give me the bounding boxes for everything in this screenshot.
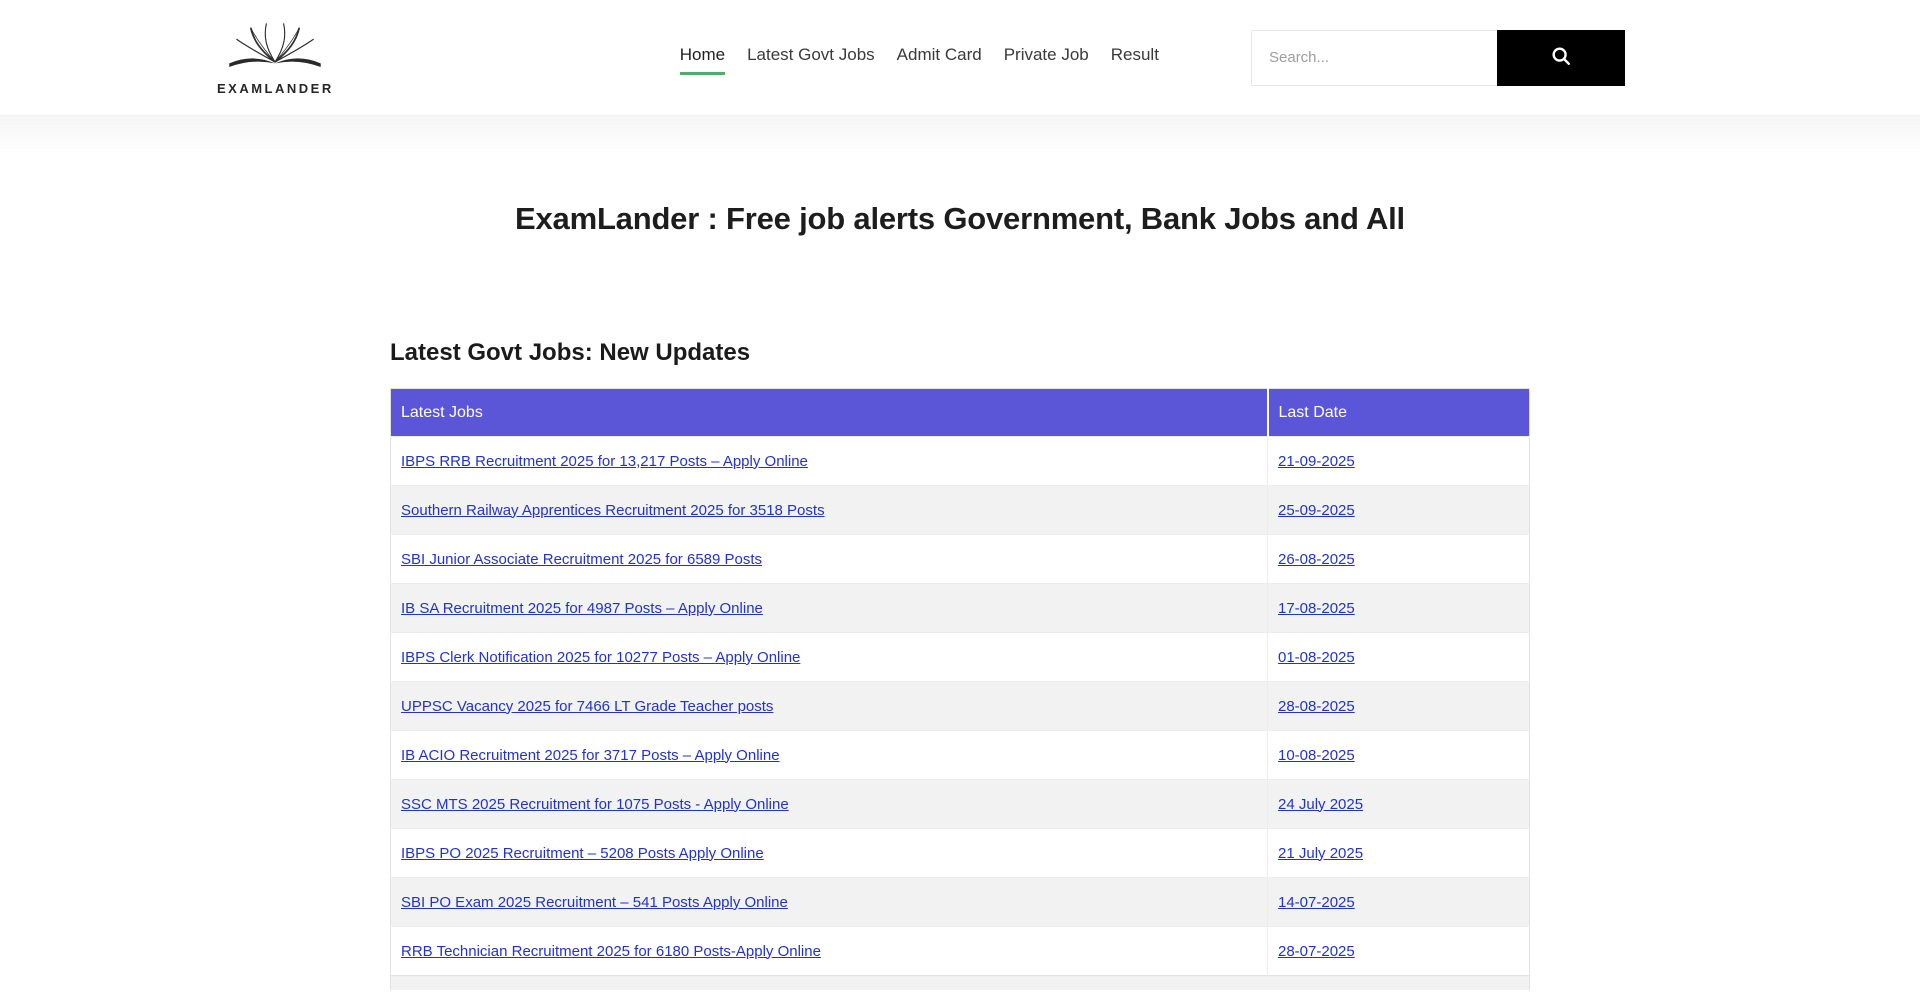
table-row-partial (390, 976, 1530, 990)
hero-section: ExamLander : Free job alerts Government,… (0, 116, 1920, 339)
page-title: ExamLander : Free job alerts Government,… (0, 201, 1920, 237)
last-date-link[interactable]: 21-09-2025 (1278, 453, 1355, 470)
column-header-latest-jobs: Latest Jobs (391, 389, 1268, 437)
latest-jobs-table: Latest Jobs Last Date IBPS RRB Recruitme… (390, 388, 1530, 976)
table-row: IB SA Recruitment 2025 for 4987 Posts – … (391, 584, 1530, 633)
job-cell: IB ACIO Recruitment 2025 for 3717 Posts … (391, 731, 1268, 780)
search-button[interactable] (1497, 30, 1625, 86)
last-date-cell: 28-07-2025 (1268, 927, 1530, 976)
table-row: SSC MTS 2025 Recruitment for 1075 Posts … (391, 780, 1530, 829)
job-link[interactable]: IBPS Clerk Notification 2025 for 10277 P… (401, 649, 800, 666)
job-cell: SBI Junior Associate Recruitment 2025 fo… (391, 535, 1268, 584)
job-cell: IBPS PO 2025 Recruitment – 5208 Posts Ap… (391, 829, 1268, 878)
logo-wordmark: EXAMLANDER (217, 81, 334, 96)
search-icon (1550, 45, 1572, 70)
last-date-link[interactable]: 01-08-2025 (1278, 649, 1355, 666)
job-link[interactable]: IBPS RRB Recruitment 2025 for 13,217 Pos… (401, 453, 808, 470)
job-cell: SSC MTS 2025 Recruitment for 1075 Posts … (391, 780, 1268, 829)
job-cell: IBPS Clerk Notification 2025 for 10277 P… (391, 633, 1268, 682)
last-date-cell: 28-08-2025 (1268, 682, 1530, 731)
search-input[interactable] (1251, 30, 1497, 86)
table-header-row: Latest Jobs Last Date (391, 389, 1530, 437)
top-navbar: EXAMLANDER Home Latest Govt Jobs Admit Car… (0, 0, 1920, 116)
table-row: RRB Technician Recruitment 2025 for 6180… (391, 927, 1530, 976)
job-link[interactable]: UPPSC Vacancy 2025 for 7466 LT Grade Tea… (401, 698, 773, 715)
last-date-link[interactable]: 24 July 2025 (1278, 796, 1363, 813)
nav-item-latest-govt-jobs[interactable]: Latest Govt Jobs (747, 41, 875, 75)
section-title: Latest Govt Jobs: New Updates (390, 339, 1530, 367)
main-content: Latest Govt Jobs: New Updates Latest Job… (390, 339, 1530, 990)
last-date-link[interactable]: 21 July 2025 (1278, 845, 1363, 862)
table-row: IBPS Clerk Notification 2025 for 10277 P… (391, 633, 1530, 682)
last-date-cell: 26-08-2025 (1268, 535, 1530, 584)
nav-item-home[interactable]: Home (680, 41, 725, 75)
job-link[interactable]: IBPS PO 2025 Recruitment – 5208 Posts Ap… (401, 845, 764, 862)
table-row: IBPS PO 2025 Recruitment – 5208 Posts Ap… (391, 829, 1530, 878)
last-date-cell: 21-09-2025 (1268, 437, 1530, 486)
nav-item-result[interactable]: Result (1111, 41, 1159, 75)
site-logo[interactable]: EXAMLANDER (217, 20, 334, 96)
last-date-link[interactable]: 14-07-2025 (1278, 894, 1355, 911)
book-logo-icon (225, 20, 325, 79)
last-date-link[interactable]: 25-09-2025 (1278, 502, 1355, 519)
nav-item-admit-card[interactable]: Admit Card (897, 41, 982, 75)
job-cell: UPPSC Vacancy 2025 for 7466 LT Grade Tea… (391, 682, 1268, 731)
last-date-link[interactable]: 10-08-2025 (1278, 747, 1355, 764)
job-cell: IB SA Recruitment 2025 for 4987 Posts – … (391, 584, 1268, 633)
last-date-cell: 25-09-2025 (1268, 486, 1530, 535)
job-link[interactable]: IB SA Recruitment 2025 for 4987 Posts – … (401, 600, 763, 617)
last-date-cell: 01-08-2025 (1268, 633, 1530, 682)
table-row: IBPS RRB Recruitment 2025 for 13,217 Pos… (391, 437, 1530, 486)
search-box (1251, 30, 1625, 86)
last-date-link[interactable]: 28-07-2025 (1278, 943, 1355, 960)
last-date-cell: 17-08-2025 (1268, 584, 1530, 633)
job-link[interactable]: RRB Technician Recruitment 2025 for 6180… (401, 943, 821, 960)
table-row: SBI PO Exam 2025 Recruitment – 541 Posts… (391, 878, 1530, 927)
main-nav: Home Latest Govt Jobs Admit Card Private Jo… (680, 41, 1159, 75)
job-cell: Southern Railway Apprentices Recruitment… (391, 486, 1268, 535)
table-row: SBI Junior Associate Recruitment 2025 fo… (391, 535, 1530, 584)
table-row: IB ACIO Recruitment 2025 for 3717 Posts … (391, 731, 1530, 780)
job-link[interactable]: SBI PO Exam 2025 Recruitment – 541 Posts… (401, 894, 788, 911)
last-date-link[interactable]: 26-08-2025 (1278, 551, 1355, 568)
column-header-last-date: Last Date (1268, 389, 1530, 437)
job-cell: RRB Technician Recruitment 2025 for 6180… (391, 927, 1268, 976)
last-date-link[interactable]: 17-08-2025 (1278, 600, 1355, 617)
job-link[interactable]: IB ACIO Recruitment 2025 for 3717 Posts … (401, 747, 780, 764)
table-row: UPPSC Vacancy 2025 for 7466 LT Grade Tea… (391, 682, 1530, 731)
job-link[interactable]: SBI Junior Associate Recruitment 2025 fo… (401, 551, 762, 568)
job-link[interactable]: SSC MTS 2025 Recruitment for 1075 Posts … (401, 796, 789, 813)
job-cell: IBPS RRB Recruitment 2025 for 13,217 Pos… (391, 437, 1268, 486)
last-date-cell: 14-07-2025 (1268, 878, 1530, 927)
last-date-cell: 21 July 2025 (1268, 829, 1530, 878)
table-row: Southern Railway Apprentices Recruitment… (391, 486, 1530, 535)
last-date-cell: 10-08-2025 (1268, 731, 1530, 780)
job-link[interactable]: Southern Railway Apprentices Recruitment… (401, 502, 825, 519)
last-date-link[interactable]: 28-08-2025 (1278, 698, 1355, 715)
nav-item-private-job[interactable]: Private Job (1004, 41, 1089, 75)
job-cell: SBI PO Exam 2025 Recruitment – 541 Posts… (391, 878, 1268, 927)
last-date-cell: 24 July 2025 (1268, 780, 1530, 829)
